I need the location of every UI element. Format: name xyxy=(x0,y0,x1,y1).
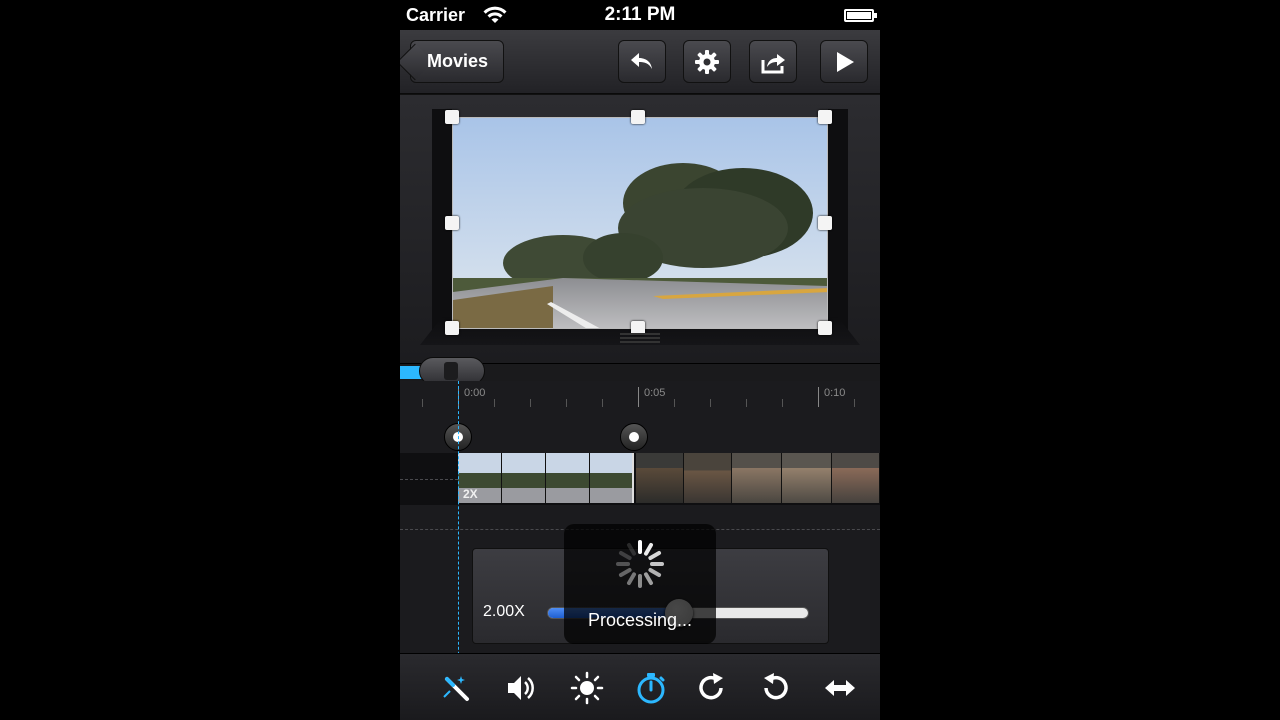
speed-segment-tag: 2X xyxy=(463,487,478,501)
ruler-tick xyxy=(530,399,531,407)
empty-track-line xyxy=(400,479,458,480)
ruler-tick xyxy=(746,399,747,407)
play-icon xyxy=(837,51,854,72)
ruler-tick xyxy=(566,399,567,407)
crop-handle-top-right[interactable] xyxy=(818,110,832,124)
magic-wand-icon xyxy=(443,676,469,701)
crop-handle-bottom-left[interactable] xyxy=(445,321,459,335)
video-still xyxy=(453,118,827,328)
rotate-clockwise-icon xyxy=(699,673,723,700)
clip-thumbnail xyxy=(636,453,684,503)
ruler-tick xyxy=(782,399,783,407)
speed-value: 2.00X xyxy=(483,603,525,620)
rotate-counterclockwise-icon xyxy=(764,673,788,700)
settings-button[interactable] xyxy=(683,40,731,83)
clip-filmstrip[interactable]: 2X xyxy=(400,453,880,505)
ruler-label-2: 0:10 xyxy=(824,387,846,399)
processing-message: Processing... xyxy=(587,610,693,630)
share-icon xyxy=(761,53,785,73)
processing-overlay: Processing... xyxy=(564,524,716,644)
crop-handle-left[interactable] xyxy=(445,216,459,230)
crop-handle-right[interactable] xyxy=(818,216,832,230)
clip-thumbnail xyxy=(546,453,590,503)
back-button-label: Movies xyxy=(427,51,489,71)
brightness-button[interactable] xyxy=(567,668,607,708)
gear-icon xyxy=(695,49,719,74)
ruler-tick xyxy=(854,399,855,407)
ruler-tick-major xyxy=(638,387,639,407)
navigation-bar: Movies xyxy=(400,30,880,94)
play-button[interactable] xyxy=(820,40,868,83)
undo-icon xyxy=(631,52,652,69)
ruler-tick xyxy=(422,399,423,407)
battery-icon xyxy=(844,9,877,22)
clip-thumbnail xyxy=(684,453,732,503)
clip-thumbnail xyxy=(502,453,546,503)
crop-handle-top-left[interactable] xyxy=(445,110,459,124)
video-preview-area xyxy=(400,95,880,363)
loading-spinner-icon xyxy=(616,540,664,588)
share-button[interactable] xyxy=(749,40,797,83)
clip-thumbnail xyxy=(590,453,634,503)
clip-thumbnail xyxy=(832,453,880,503)
ruler-tick xyxy=(494,399,495,407)
time-ruler: 0:00 0:05 0:10 xyxy=(400,381,880,413)
clip-thumbnail xyxy=(782,453,832,503)
brightness-icon xyxy=(570,671,604,705)
app-screen: Carrier 2:11 PM Movies 0:00 0:05 0:10 2X… xyxy=(400,0,880,720)
ruler-label-0: 0:00 xyxy=(464,387,486,399)
rotate-clockwise-button[interactable] xyxy=(692,668,732,708)
edit-toolbar xyxy=(400,653,880,720)
undo-button[interactable] xyxy=(618,40,666,83)
flip-horizontal-icon xyxy=(825,680,855,696)
ruler-tick-major xyxy=(818,387,819,407)
video-frame[interactable] xyxy=(452,117,828,329)
speed-button[interactable] xyxy=(631,668,671,708)
status-time: 2:11 PM xyxy=(604,4,676,25)
ruler-tick xyxy=(674,399,675,407)
speed-segment-end-point[interactable] xyxy=(620,423,648,451)
magic-wand-button[interactable] xyxy=(436,668,476,708)
clip-thumbnail xyxy=(732,453,782,503)
flip-horizontal-button[interactable] xyxy=(820,668,860,708)
crop-handle-bottom-right[interactable] xyxy=(818,321,832,335)
ruler-tick xyxy=(710,399,711,407)
crop-handle-top[interactable] xyxy=(631,110,645,124)
status-bar: Carrier 2:11 PM xyxy=(400,0,880,30)
volume-icon xyxy=(508,676,534,700)
rotate-counterclockwise-button[interactable] xyxy=(755,668,795,708)
resize-grip-icon[interactable] xyxy=(620,333,660,343)
playback-scrubber[interactable] xyxy=(400,357,880,385)
volume-button[interactable] xyxy=(501,668,541,708)
ruler-tick xyxy=(602,399,603,407)
back-button[interactable]: Movies xyxy=(410,40,504,83)
speed-timer-icon xyxy=(637,673,665,704)
ruler-label-1: 0:05 xyxy=(644,387,666,399)
